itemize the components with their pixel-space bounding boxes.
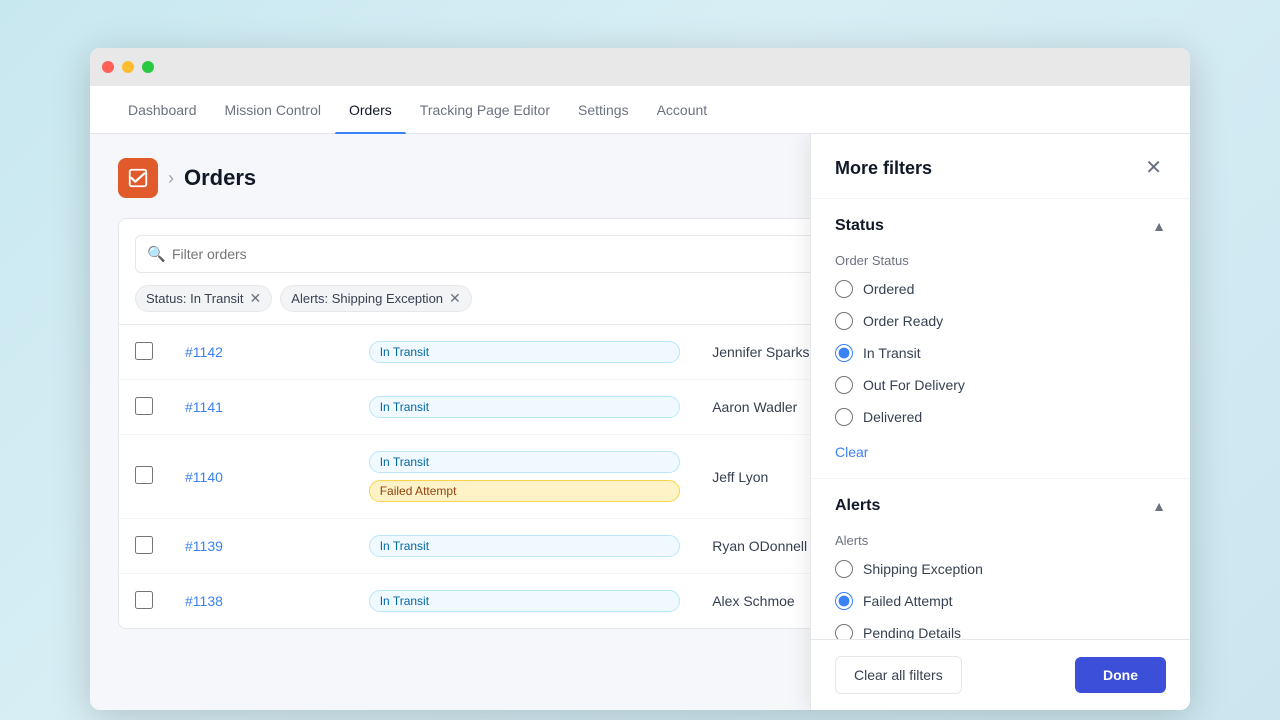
- radio-option-failed-attempt[interactable]: Failed Attempt: [835, 592, 1166, 610]
- radio-ordered-label: Ordered: [863, 281, 914, 297]
- order-status-badge: In Transit: [369, 590, 681, 612]
- nav-item-account[interactable]: Account: [643, 86, 722, 134]
- window-close-dot[interactable]: [102, 61, 114, 73]
- filter-section-status-content: Order Status Ordered Order Ready In Tran…: [811, 253, 1190, 478]
- order-id-link[interactable]: #1138: [185, 593, 223, 609]
- radio-option-shipping-exception[interactable]: Shipping Exception: [835, 560, 1166, 578]
- filter-section-status: Status ▲ Order Status Ordered Order Read…: [811, 199, 1190, 479]
- radio-option-out-for-delivery[interactable]: Out For Delivery: [835, 376, 1166, 394]
- clear-all-filters-button[interactable]: Clear all filters: [835, 656, 962, 694]
- nav-item-dashboard[interactable]: Dashboard: [114, 86, 211, 134]
- radio-order-ready-label: Order Ready: [863, 313, 943, 329]
- order-checkbox[interactable]: [135, 466, 153, 484]
- radio-failed-attempt[interactable]: [835, 592, 853, 610]
- order-id-link[interactable]: #1141: [185, 399, 223, 415]
- brand-icon: [118, 158, 158, 198]
- radio-ordered[interactable]: [835, 280, 853, 298]
- chevron-up-icon: ▲: [1152, 218, 1166, 234]
- alerts-filter-tag-label: Alerts: Shipping Exception: [291, 291, 443, 306]
- badges-cell: In Transit Failed Attempt: [369, 449, 681, 504]
- filter-section-status-header[interactable]: Status ▲: [811, 199, 1190, 253]
- badges-cell: In Transit: [369, 588, 681, 614]
- filter-section-alerts-content: Alerts Shipping Exception Failed Attempt…: [811, 533, 1190, 639]
- order-status-badge: In Transit: [369, 451, 681, 473]
- nav-bar: Dashboard Mission Control Orders Trackin…: [90, 86, 1190, 134]
- radio-order-ready[interactable]: [835, 312, 853, 330]
- alerts-subsection-title: Alerts: [835, 533, 1166, 548]
- chevron-up-icon-alerts: ▲: [1152, 498, 1166, 514]
- order-status-badge: In Transit: [369, 341, 681, 363]
- order-checkbox[interactable]: [135, 397, 153, 415]
- filter-panel-close-button[interactable]: ✕: [1141, 154, 1166, 182]
- done-button[interactable]: Done: [1075, 657, 1166, 693]
- badges-cell: In Transit: [369, 394, 681, 420]
- window-maximize-dot[interactable]: [142, 61, 154, 73]
- status-clear-button[interactable]: Clear: [835, 444, 868, 460]
- nav-item-mission-control[interactable]: Mission Control: [211, 86, 335, 134]
- radio-out-for-delivery[interactable]: [835, 376, 853, 394]
- badges-cell: In Transit: [369, 533, 681, 559]
- alerts-filter-tag-close[interactable]: ✕: [449, 290, 461, 307]
- breadcrumb-arrow: ›: [168, 168, 174, 189]
- order-id-link[interactable]: #1142: [185, 344, 223, 360]
- alerts-filter-tag: Alerts: Shipping Exception ✕: [280, 285, 472, 312]
- order-id-link[interactable]: #1140: [185, 469, 223, 485]
- order-status-badge: In Transit: [369, 396, 681, 418]
- search-icon: 🔍: [147, 245, 166, 263]
- radio-delivered-label: Delivered: [863, 409, 922, 425]
- main-content: › Orders 🔍 Status: In Transit ✕ Alerts: …: [90, 134, 1190, 710]
- filter-panel: More filters ✕ Status ▲ Order Status Ord…: [810, 134, 1190, 710]
- filter-section-alerts: Alerts ▲ Alerts Shipping Exception Faile…: [811, 479, 1190, 639]
- nav-item-orders[interactable]: Orders: [335, 86, 406, 134]
- filter-section-status-title: Status: [835, 217, 884, 235]
- filter-section-alerts-title: Alerts: [835, 497, 880, 515]
- radio-option-ordered[interactable]: Ordered: [835, 280, 1166, 298]
- order-checkbox[interactable]: [135, 536, 153, 554]
- order-extra-status-badge: Failed Attempt: [369, 480, 681, 502]
- title-bar: [90, 48, 1190, 86]
- order-status-badge: In Transit: [369, 535, 681, 557]
- status-filter-tag: Status: In Transit ✕: [135, 285, 272, 312]
- order-checkbox[interactable]: [135, 342, 153, 360]
- page-title: Orders: [184, 165, 256, 191]
- radio-shipping-exception-label: Shipping Exception: [863, 561, 983, 577]
- radio-option-order-ready[interactable]: Order Ready: [835, 312, 1166, 330]
- window-minimize-dot[interactable]: [122, 61, 134, 73]
- radio-shipping-exception[interactable]: [835, 560, 853, 578]
- radio-in-transit-label: In Transit: [863, 345, 921, 361]
- radio-option-delivered[interactable]: Delivered: [835, 408, 1166, 426]
- filter-panel-footer: Clear all filters Done: [811, 639, 1190, 710]
- radio-pending-details[interactable]: [835, 624, 853, 639]
- filter-panel-title: More filters: [835, 158, 932, 179]
- status-subsection-title: Order Status: [835, 253, 1166, 268]
- filter-panel-header: More filters ✕: [811, 134, 1190, 199]
- badges-cell: In Transit: [369, 339, 681, 365]
- radio-option-in-transit[interactable]: In Transit: [835, 344, 1166, 362]
- radio-failed-attempt-label: Failed Attempt: [863, 593, 953, 609]
- filter-panel-body: Status ▲ Order Status Ordered Order Read…: [811, 199, 1190, 639]
- filter-section-alerts-header[interactable]: Alerts ▲: [811, 479, 1190, 533]
- nav-item-tracking-page-editor[interactable]: Tracking Page Editor: [406, 86, 564, 134]
- radio-out-for-delivery-label: Out For Delivery: [863, 377, 965, 393]
- radio-delivered[interactable]: [835, 408, 853, 426]
- order-checkbox[interactable]: [135, 591, 153, 609]
- nav-item-settings[interactable]: Settings: [564, 86, 643, 134]
- radio-in-transit[interactable]: [835, 344, 853, 362]
- order-id-link[interactable]: #1139: [185, 538, 223, 554]
- status-filter-tag-close[interactable]: ✕: [250, 290, 262, 307]
- radio-option-pending-details[interactable]: Pending Details: [835, 624, 1166, 639]
- status-filter-tag-label: Status: In Transit: [146, 291, 244, 306]
- radio-pending-details-label: Pending Details: [863, 625, 961, 639]
- app-window: Dashboard Mission Control Orders Trackin…: [90, 48, 1190, 710]
